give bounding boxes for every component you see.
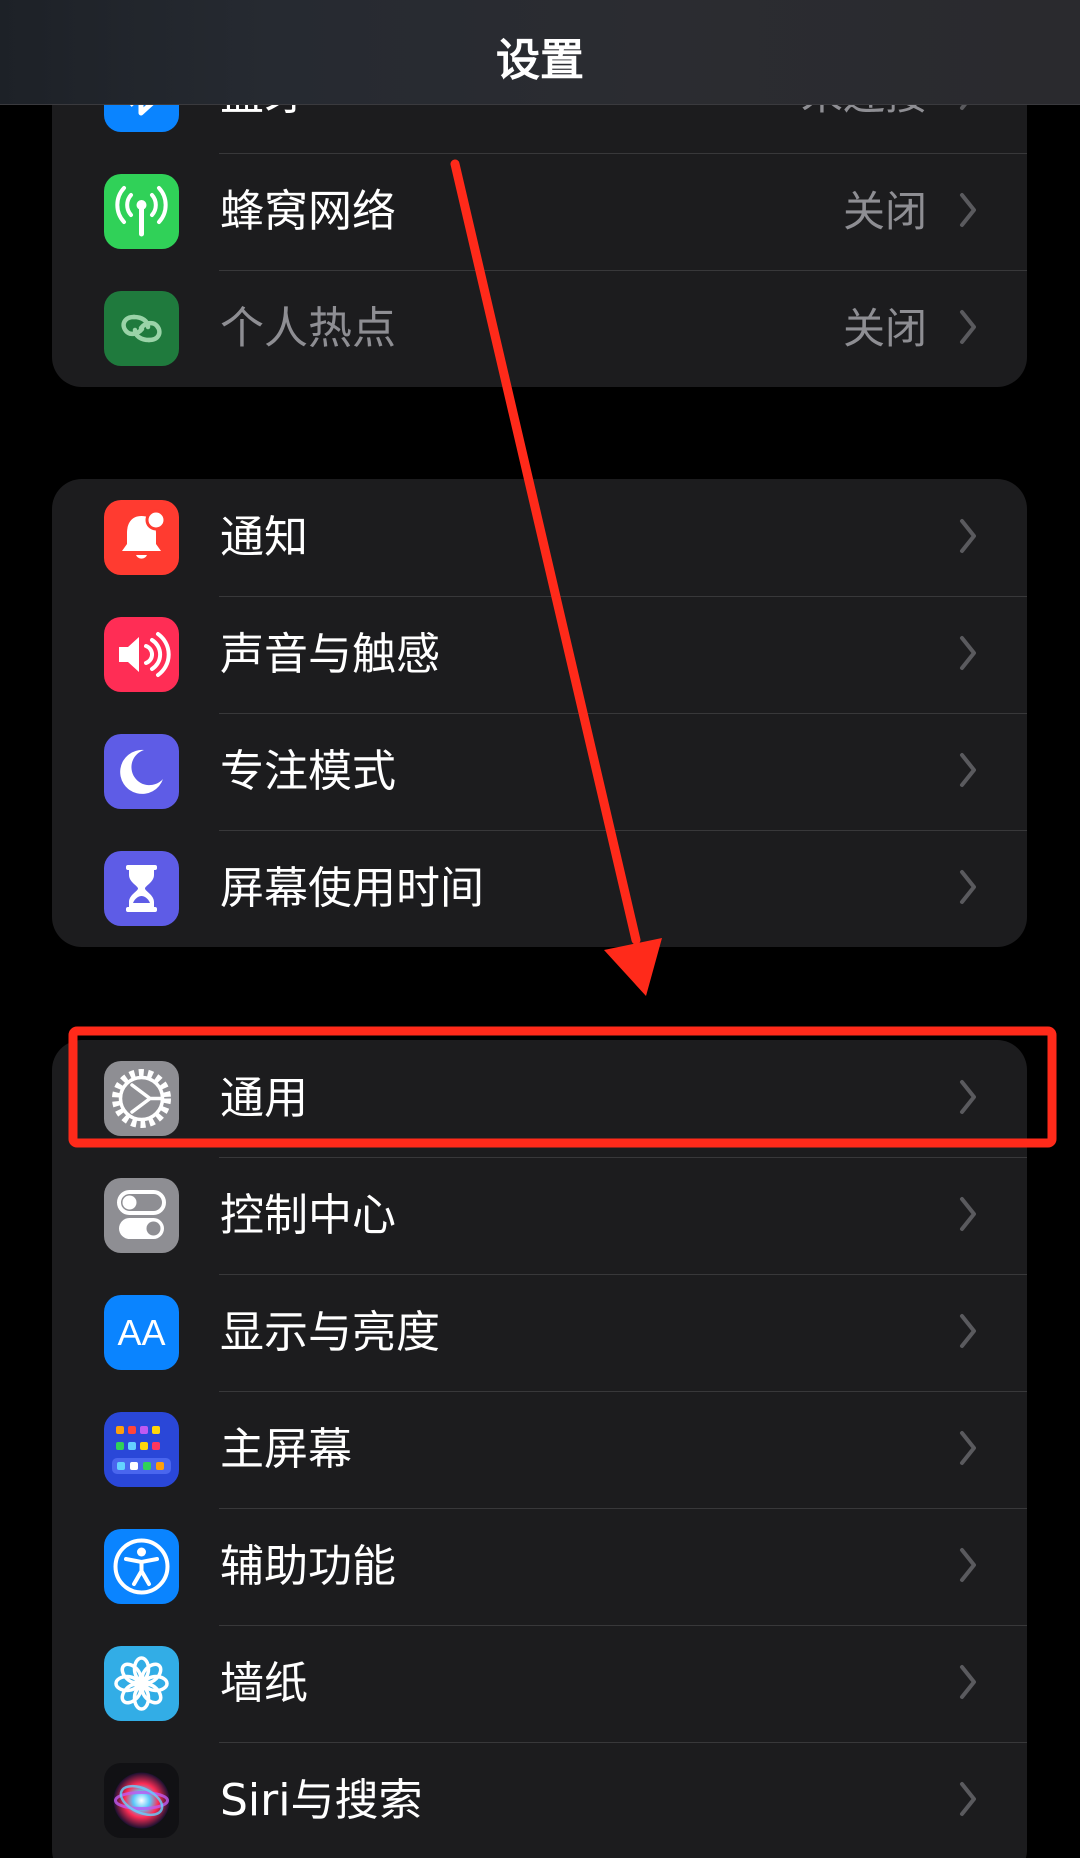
- chevron-right-icon: [959, 1312, 977, 1350]
- speaker-icon: [104, 617, 179, 692]
- settings-row-label: 声音与触感: [220, 629, 440, 680]
- cellular-antenna-icon: [104, 174, 179, 249]
- chevron-right-icon: [959, 308, 977, 346]
- chevron-right-icon: [959, 1546, 977, 1584]
- settings-row-notifications[interactable]: 通知: [52, 479, 1027, 596]
- settings-row-label: 专注模式: [220, 746, 396, 797]
- hotspot-link-icon: [104, 291, 179, 366]
- app-grid-icon: [104, 1412, 179, 1487]
- text-size-icon: AA: [104, 1295, 179, 1370]
- chevron-right-icon: [959, 868, 977, 906]
- settings-row-label: 通用: [220, 1073, 308, 1124]
- settings-row-general[interactable]: 通用: [52, 1040, 1027, 1157]
- navigation-bar: 设置: [0, 0, 1080, 105]
- settings-row-hotspot[interactable]: 个人热点 关闭: [52, 270, 1027, 387]
- chevron-right-icon: [959, 1780, 977, 1818]
- settings-row-value: 关闭: [842, 304, 927, 353]
- page-title: 设置: [496, 35, 584, 86]
- settings-row-value: 关闭: [842, 187, 927, 236]
- chevron-right-icon: [959, 1078, 977, 1116]
- settings-row-display[interactable]: AA 显示与亮度: [52, 1274, 1027, 1391]
- siri-orb-icon: [104, 1763, 179, 1838]
- moon-icon: [104, 734, 179, 809]
- settings-row-label: 墙纸: [220, 1658, 308, 1709]
- flower-icon: [104, 1646, 179, 1721]
- chevron-right-icon: [959, 751, 977, 789]
- hourglass-icon: [104, 851, 179, 926]
- settings-group-notifications: 通知 声音与触感 专注模式 屏幕使用时间: [52, 479, 1027, 947]
- settings-row-label: 通知: [220, 512, 308, 563]
- settings-row-focus[interactable]: 专注模式: [52, 713, 1027, 830]
- settings-row-siri[interactable]: Siri与搜索: [52, 1742, 1027, 1858]
- settings-row-screen-time[interactable]: 屏幕使用时间: [52, 830, 1027, 947]
- settings-group-general: 通用 控制中心 AA 显示与亮度 主屏幕 辅助功能 墙纸 Siri与搜索: [52, 1040, 1027, 1858]
- settings-row-label: 控制中心: [220, 1190, 396, 1241]
- chevron-right-icon: [959, 1429, 977, 1467]
- chevron-right-icon: [959, 1195, 977, 1233]
- settings-row-cellular[interactable]: 蜂窝网络 关闭: [52, 153, 1027, 270]
- settings-row-label: 显示与亮度: [220, 1307, 440, 1358]
- bell-icon: [104, 500, 179, 575]
- settings-row-label: 辅助功能: [220, 1541, 396, 1592]
- chevron-right-icon: [959, 634, 977, 672]
- settings-row-wallpaper[interactable]: 墙纸: [52, 1625, 1027, 1742]
- settings-row-sounds[interactable]: 声音与触感: [52, 596, 1027, 713]
- settings-row-label: 主屏幕: [220, 1424, 352, 1475]
- settings-row-home-screen[interactable]: 主屏幕: [52, 1391, 1027, 1508]
- chevron-right-icon: [959, 191, 977, 229]
- settings-row-label: Siri与搜索: [220, 1775, 423, 1826]
- accessibility-person-icon: [104, 1529, 179, 1604]
- settings-row-label: 蜂窝网络: [220, 186, 396, 237]
- toggle-icon: [104, 1178, 179, 1253]
- settings-row-accessibility[interactable]: 辅助功能: [52, 1508, 1027, 1625]
- settings-row-control-center[interactable]: 控制中心: [52, 1157, 1027, 1274]
- chevron-right-icon: [959, 517, 977, 555]
- gear-icon: [104, 1061, 179, 1136]
- text-size-glyph: AA: [117, 1311, 166, 1353]
- settings-row-label: 屏幕使用时间: [220, 863, 484, 914]
- settings-row-label: 个人热点: [220, 303, 396, 354]
- chevron-right-icon: [959, 1663, 977, 1701]
